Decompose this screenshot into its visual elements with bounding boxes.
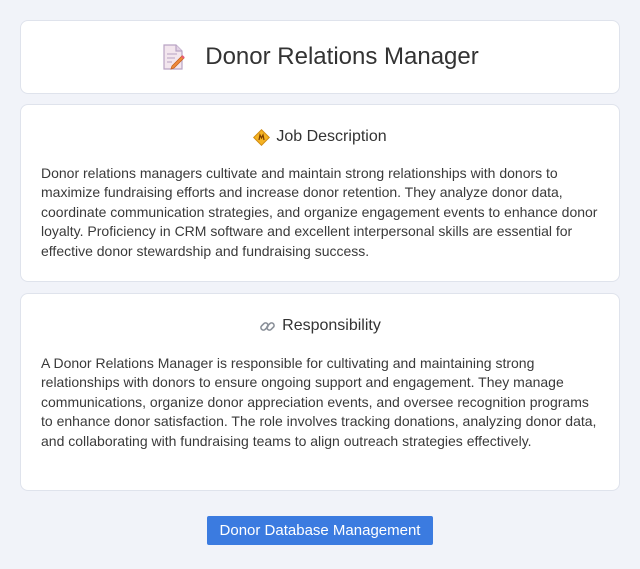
responsibility-title: Responsibility xyxy=(282,317,381,334)
document-edit-icon xyxy=(161,44,185,70)
link-icon xyxy=(259,318,276,335)
job-description-title: Job Description xyxy=(276,128,387,145)
title-card: Donor Relations Manager xyxy=(20,20,620,94)
responsibility-card: Responsibility A Donor Relations Manager… xyxy=(20,293,620,491)
skill-tag-button[interactable]: Donor Database Management xyxy=(207,516,433,545)
responsibility-header: Responsibility xyxy=(41,316,599,336)
job-description-header: Job Description xyxy=(41,127,599,147)
job-description-text: Donor relations managers cultivate and m… xyxy=(41,165,598,259)
diamond-icon xyxy=(253,128,271,146)
job-description-card: Job Description Donor relations managers… xyxy=(20,104,620,282)
page-title: Donor Relations Manager xyxy=(205,43,479,70)
responsibility-text: A Donor Relations Manager is responsible… xyxy=(41,355,597,449)
